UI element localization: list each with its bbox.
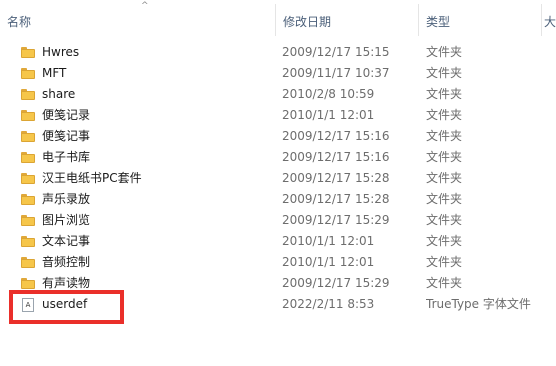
file-name: 声乐录放 [42,192,91,206]
file-date-modified: 2010/1/1 12:01 [282,255,375,269]
folder-icon [20,42,38,63]
file-row-hwres[interactable]: Hwres 2009/12/17 15:15 文件夹 [0,42,556,63]
file-name: 便笺记录 [42,108,91,122]
file-date-modified: 2010/1/1 12:01 [282,234,375,248]
file-date-modified: 2010/1/1 12:01 [282,108,375,122]
file-type: 文件夹 [426,192,463,206]
file-type: 文件夹 [426,66,463,80]
file-name: 文本记事 [42,234,91,248]
folder-icon [20,84,38,105]
folder-icon [20,147,38,168]
column-header-size[interactable]: 大 [542,0,556,40]
file-type: 文件夹 [426,213,463,227]
folder-icon [20,126,38,147]
folder-icon [20,105,38,126]
file-type: TrueType 字体文件 [426,297,531,311]
file-date-modified: 2009/12/17 15:29 [282,213,390,227]
file-row-pc-suite[interactable]: 汉王电纸书PC套件 2009/12/17 15:28 文件夹 [0,168,556,189]
file-name: 汉王电纸书PC套件 [42,171,142,185]
file-name: MFT [42,66,67,80]
file-type: 文件夹 [426,234,463,248]
file-date-modified: 2009/12/17 15:28 [282,192,390,206]
file-row-notes-record[interactable]: 便笺记录 2010/1/1 12:01 文件夹 [0,105,556,126]
column-header-name[interactable]: 名称 [0,0,276,40]
file-type: 文件夹 [426,150,463,164]
file-type: 文件夹 [426,129,463,143]
sort-ascending-icon: ^ [141,1,149,11]
file-type: 文件夹 [426,87,463,101]
file-row-share[interactable]: share 2010/2/8 10:59 文件夹 [0,84,556,105]
column-header-date-modified[interactable]: 修改日期 [276,0,419,40]
file-type: 文件夹 [426,108,463,122]
file-date-modified: 2009/12/17 15:16 [282,129,390,143]
file-row-text-notes[interactable]: 文本记事 2010/1/1 12:01 文件夹 [0,231,556,252]
file-name: Hwres [42,45,80,59]
file-date-modified: 2022/2/11 8:53 [282,297,375,311]
file-name: 音频控制 [42,255,91,269]
folder-icon [20,252,38,273]
file-date-modified: 2009/12/17 15:28 [282,171,390,185]
file-name: 电子书库 [42,150,91,164]
file-row-image-browser[interactable]: 图片浏览 2009/12/17 15:29 文件夹 [0,210,556,231]
folder-icon [20,231,38,252]
file-type: 文件夹 [426,171,463,185]
file-date-modified: 2009/11/17 10:37 [282,66,390,80]
folder-icon [20,210,38,231]
file-row-ebook-library[interactable]: 电子书库 2009/12/17 15:16 文件夹 [0,147,556,168]
file-name: 便笺记事 [42,129,91,143]
file-date-modified: 2009/12/17 15:16 [282,150,390,164]
file-name: share [42,87,76,101]
file-row-notes-memo[interactable]: 便笺记事 2009/12/17 15:16 文件夹 [0,126,556,147]
file-date-modified: 2009/12/17 15:29 [282,276,390,290]
file-date-modified: 2009/12/17 15:15 [282,45,390,59]
file-row-vocal-playback[interactable]: 声乐录放 2009/12/17 15:28 文件夹 [0,189,556,210]
file-date-modified: 2010/2/8 10:59 [282,87,375,101]
column-header-type[interactable]: 类型 [419,0,542,40]
folder-icon [20,168,38,189]
file-type: 文件夹 [426,45,463,59]
file-row-mft[interactable]: MFT 2009/11/17 10:37 文件夹 [0,63,556,84]
file-type: 文件夹 [426,276,463,290]
column-header: 名称 ^ 修改日期 类型 大 [0,0,556,40]
folder-icon [20,63,38,84]
file-type: 文件夹 [426,255,463,269]
folder-icon [20,189,38,210]
file-name: 图片浏览 [42,213,91,227]
highlight-box [9,290,124,324]
file-row-audio-control[interactable]: 音频控制 2010/1/1 12:01 文件夹 [0,252,556,273]
